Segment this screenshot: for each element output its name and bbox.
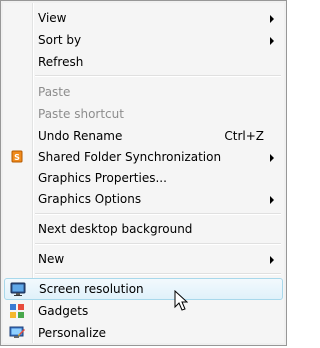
menu-item-view[interactable]: View (3, 7, 284, 29)
menu-item-new[interactable]: New (3, 248, 284, 270)
menu-item-refresh[interactable]: Refresh (3, 51, 284, 73)
menu-item-label: Gadgets (38, 304, 89, 318)
menu-body: View Sort by Refresh Paste Paste shortcu… (3, 3, 284, 343)
submenu-arrow-icon (270, 196, 274, 204)
menu-separator (35, 75, 281, 77)
screen-resolution-icon (10, 281, 26, 297)
menu-item-graphics-options[interactable]: Graphics Options (3, 188, 284, 210)
menu-separator (35, 273, 281, 275)
menu-item-screen-resolution[interactable]: Screen resolution (4, 278, 283, 300)
menu-item-undo-rename[interactable]: Undo Rename Ctrl+Z (3, 125, 284, 147)
menu-item-label: Personalize (38, 326, 107, 340)
menu-item-label: Graphics Properties... (38, 171, 167, 185)
desktop-context-menu: View Sort by Refresh Paste Paste shortcu… (0, 0, 287, 346)
menu-item-next-desktop-background[interactable]: Next desktop background (3, 218, 284, 240)
menu-item-paste: Paste (3, 81, 284, 103)
menu-item-label: Paste (38, 85, 71, 99)
menu-item-sort-by[interactable]: Sort by (3, 29, 284, 51)
menu-item-gadgets[interactable]: Gadgets (3, 300, 284, 322)
menu-item-label: View (38, 11, 67, 25)
menu-separator (35, 243, 281, 245)
menu-item-label: New (38, 252, 65, 266)
personalize-icon (9, 325, 25, 341)
menu-item-label: Sort by (38, 33, 82, 47)
menu-item-label: Shared Folder Synchronization (38, 150, 222, 164)
submenu-arrow-icon (270, 37, 274, 45)
menu-item-label: Paste shortcut (38, 107, 124, 121)
submenu-arrow-icon (270, 15, 274, 23)
menu-item-label: Undo Rename (38, 129, 123, 143)
gadgets-icon (9, 303, 25, 319)
menu-item-shortcut: Ctrl+Z (224, 129, 264, 143)
menu-item-label: Refresh (38, 55, 84, 69)
submenu-arrow-icon (270, 154, 274, 162)
menu-separator (35, 213, 281, 215)
submenu-arrow-icon (270, 256, 274, 264)
menu-item-label: Screen resolution (39, 282, 144, 296)
svg-text:S: S (14, 153, 20, 162)
menu-item-graphics-properties[interactable]: Graphics Properties... (3, 167, 284, 189)
menu-item-shared-folder-synchronization[interactable]: S Shared Folder Synchronization (3, 146, 284, 168)
shared-folder-sync-icon: S (9, 149, 25, 165)
menu-item-paste-shortcut: Paste shortcut (3, 103, 284, 125)
mouse-pointer-icon (174, 290, 188, 311)
menu-item-personalize[interactable]: Personalize (3, 322, 284, 344)
menu-item-label: Next desktop background (38, 222, 193, 236)
menu-item-label: Graphics Options (38, 192, 142, 206)
